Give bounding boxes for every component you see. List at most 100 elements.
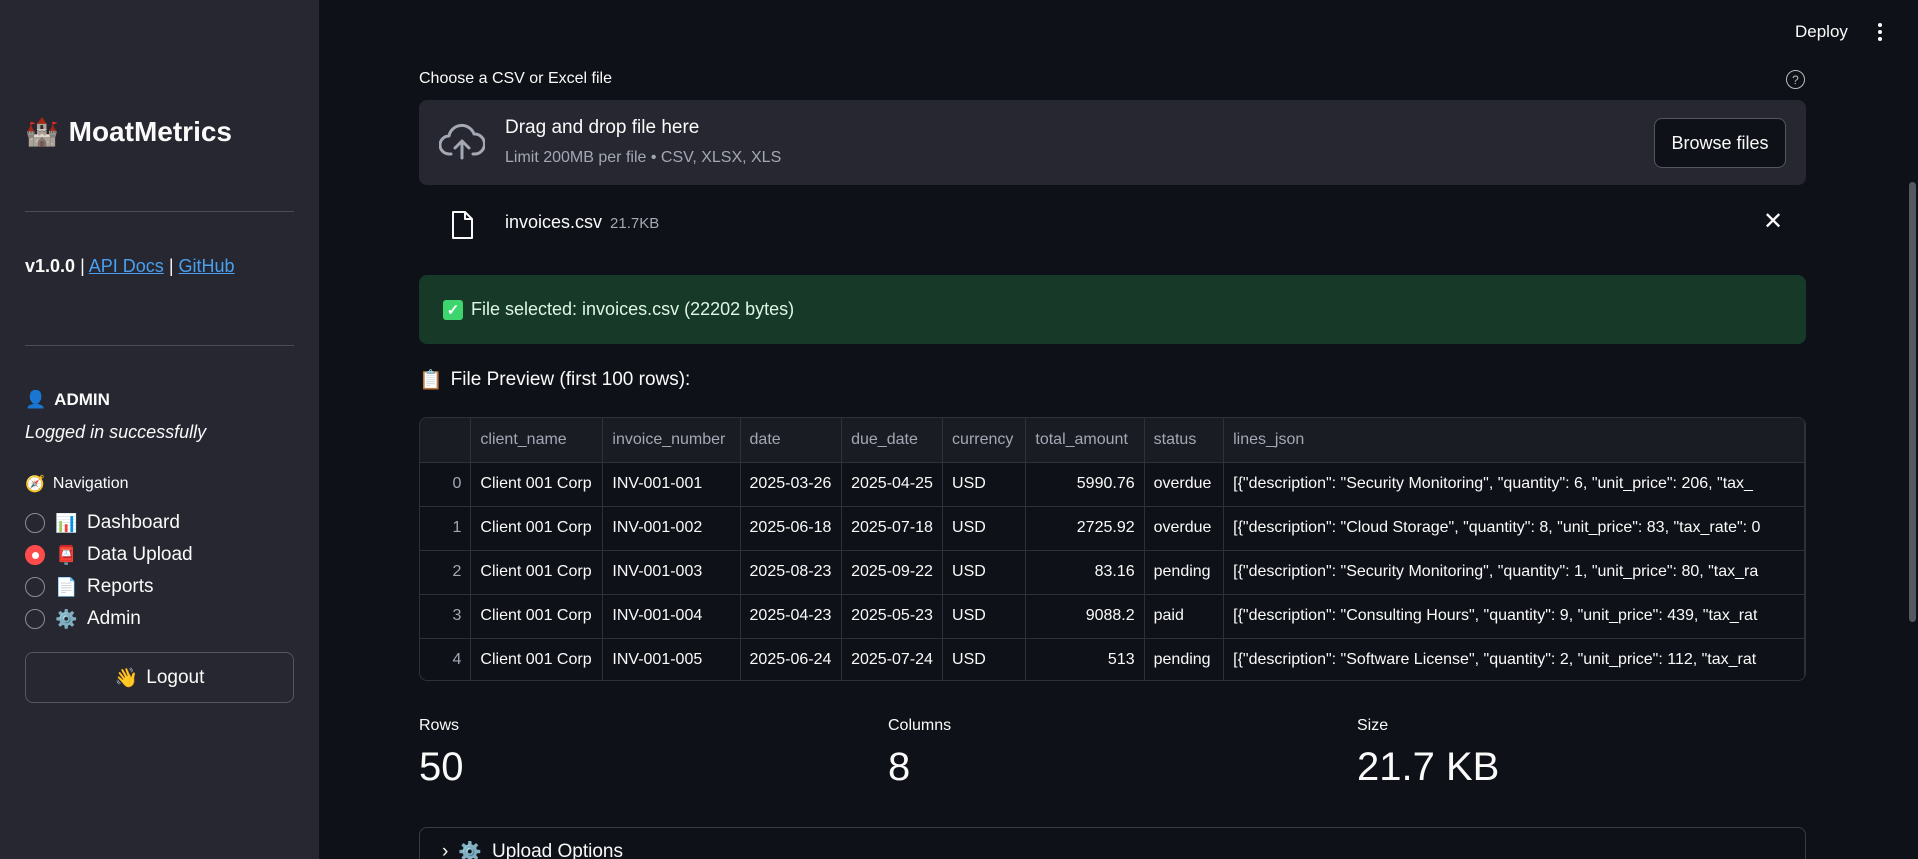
table-cell[interactable]: INV-001-001 (602, 462, 741, 507)
column-header[interactable]: date (740, 418, 843, 463)
column-header[interactable]: invoice_number (602, 418, 741, 463)
login-status: Logged in successfully (25, 422, 207, 442)
row-index[interactable]: 1 (420, 506, 472, 551)
api-docs-link[interactable]: API Docs (89, 256, 164, 276)
table-cell[interactable]: 2025-07-24 (841, 638, 944, 680)
radio-button[interactable] (25, 609, 45, 629)
table-cell[interactable]: Client 001 Corp (470, 594, 604, 639)
table-cell[interactable]: [{"description": "Consulting Hours", "qu… (1223, 594, 1805, 639)
table-cell[interactable]: 5990.76 (1025, 462, 1145, 507)
row-index[interactable]: 0 (420, 462, 472, 507)
table-header-row: client_name invoice_number date due_date cur… (420, 418, 1805, 463)
row-index[interactable]: 2 (420, 550, 472, 595)
table-cell[interactable]: 2025-09-22 (841, 550, 944, 595)
metric-label: Rows (419, 717, 460, 734)
table-cell[interactable]: pending (1144, 638, 1225, 680)
row-index[interactable]: 4 (420, 638, 472, 680)
row-index[interactable]: 3 (420, 594, 472, 639)
nav-item-admin[interactable]: ⚙️ Admin (25, 603, 193, 635)
table-row[interactable]: 0 Client 001 Corp INV-001-001 2025-03-26 202… (420, 462, 1805, 507)
radio-button[interactable] (25, 513, 45, 533)
nav-item-label: Data Upload (87, 544, 193, 565)
table-cell[interactable]: 9088.2 (1025, 594, 1145, 639)
table-cell[interactable]: USD (942, 550, 1027, 595)
column-header[interactable]: status (1144, 418, 1225, 463)
clipboard-icon: 📋 (419, 370, 443, 391)
table-cell[interactable]: 2025-04-23 (740, 594, 843, 639)
table-cell[interactable]: USD (942, 594, 1027, 639)
column-header[interactable]: client_name (470, 418, 604, 463)
github-link[interactable]: GitHub (179, 256, 235, 276)
nav-item-dashboard[interactable]: 📊 Dashboard (25, 507, 193, 539)
table-cell[interactable]: USD (942, 506, 1027, 551)
help-icon[interactable]: ? (1786, 70, 1805, 89)
app-title: MoatMetrics (68, 116, 232, 147)
dropzone-title: Drag and drop file here (505, 117, 700, 138)
table-cell[interactable]: USD (942, 462, 1027, 507)
table-cell[interactable]: INV-001-004 (602, 594, 741, 639)
column-header[interactable]: due_date (841, 418, 944, 463)
table-row[interactable]: 1 Client 001 Corp INV-001-002 2025-06-18 202… (420, 506, 1805, 551)
table-cell[interactable]: INV-001-005 (602, 638, 741, 680)
table-cell[interactable]: overdue (1144, 462, 1225, 507)
radio-button[interactable] (25, 577, 45, 597)
table-cell[interactable]: 2025-04-25 (841, 462, 944, 507)
scrollbar[interactable] (1909, 182, 1916, 622)
table-cell[interactable]: 513 (1025, 638, 1145, 680)
more-menu-icon[interactable] (1870, 20, 1890, 44)
sidebar: 🏰 MoatMetrics v1.0.0 | API Docs | GitHub… (0, 0, 319, 859)
table-cell[interactable]: 83.16 (1025, 550, 1145, 595)
file-dropzone[interactable]: Drag and drop file here Limit 200MB per … (419, 100, 1806, 185)
table-cell[interactable]: Client 001 Corp (470, 550, 604, 595)
table-cell[interactable]: 2025-06-24 (740, 638, 843, 680)
table-cell[interactable]: 2025-05-23 (841, 594, 944, 639)
metric-columns: Columns 8 (888, 717, 951, 790)
nav-item-data-upload[interactable]: 📮 Data Upload (25, 539, 193, 571)
separator: | (168, 256, 174, 276)
table-cell[interactable]: Client 001 Corp (470, 506, 604, 551)
table-cell[interactable]: USD (942, 638, 1027, 680)
user-icon: 👤 (25, 390, 47, 409)
table-cell[interactable]: paid (1144, 594, 1225, 639)
table-row[interactable]: 3 Client 001 Corp INV-001-004 2025-04-23 202… (420, 594, 1805, 639)
logout-label: Logout (146, 666, 205, 688)
table-cell[interactable]: Client 001 Corp (470, 638, 604, 680)
chart-icon: 📊 (55, 512, 78, 533)
metric-value: 50 (419, 745, 464, 789)
table-cell[interactable]: 2725.92 (1025, 506, 1145, 551)
nav-item-reports[interactable]: 📄 Reports (25, 571, 193, 603)
chevron-right-icon: › (442, 841, 449, 859)
table-cell[interactable]: overdue (1144, 506, 1225, 551)
table-cell[interactable]: [{"description": "Security Monitoring", … (1223, 550, 1805, 595)
wave-icon: 👋 (114, 667, 139, 689)
logout-button[interactable]: 👋 Logout (25, 652, 294, 703)
metric-value: 8 (888, 745, 911, 789)
upload-options-expander[interactable]: › ⚙️ Upload Options (419, 827, 1806, 859)
document-icon: 📄 (55, 576, 78, 597)
table-cell[interactable]: [{"description": "Software License", "qu… (1223, 638, 1805, 680)
metric-size: Size 21.7 KB (1357, 717, 1499, 790)
remove-file-icon[interactable]: ✕ (1763, 210, 1783, 234)
table-row[interactable]: 4 Client 001 Corp INV-001-005 2025-06-24 202… (420, 638, 1805, 680)
metric-rows: Rows 50 (419, 717, 464, 790)
column-header[interactable]: currency (942, 418, 1027, 463)
table-cell[interactable]: pending (1144, 550, 1225, 595)
table-cell[interactable]: 2025-07-18 (841, 506, 944, 551)
table-cell[interactable]: INV-001-002 (602, 506, 741, 551)
radio-button-selected[interactable] (25, 545, 45, 565)
table-cell[interactable]: [{"description": "Cloud Storage", "quant… (1223, 506, 1805, 551)
table-cell[interactable]: 2025-03-26 (740, 462, 843, 507)
column-header[interactable]: total_amount (1025, 418, 1145, 463)
nav-item-label: Admin (87, 608, 141, 629)
browse-files-button[interactable]: Browse files (1654, 118, 1786, 168)
table-cell[interactable]: 2025-08-23 (740, 550, 843, 595)
column-header[interactable]: lines_json (1223, 418, 1805, 463)
deploy-button[interactable]: Deploy (1795, 22, 1848, 42)
data-preview-table[interactable]: client_name invoice_number date due_date cur… (419, 417, 1806, 681)
table-cell[interactable]: 2025-06-18 (740, 506, 843, 551)
table-cell[interactable]: [{"description": "Security Monitoring", … (1223, 462, 1805, 507)
table-row[interactable]: 2 Client 001 Corp INV-001-003 2025-08-23 202… (420, 550, 1805, 595)
column-header[interactable] (420, 418, 472, 463)
table-cell[interactable]: INV-001-003 (602, 550, 741, 595)
table-cell[interactable]: Client 001 Corp (470, 462, 604, 507)
